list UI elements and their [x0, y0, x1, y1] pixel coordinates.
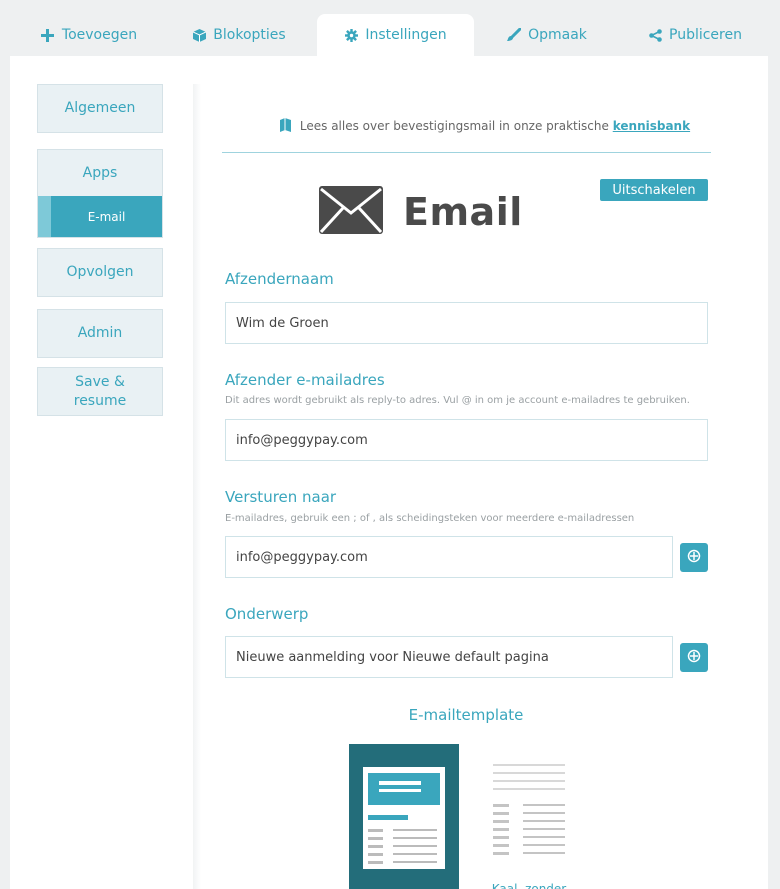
sidebar-item-admin[interactable]: Admin: [37, 309, 163, 358]
sidebar-group-apps: Apps E-mail: [37, 149, 163, 238]
gear-icon: [344, 28, 358, 42]
email-settings-panel: Lees alles over bevestigingsmail in onze…: [201, 56, 768, 889]
tab-label: Publiceren: [669, 27, 742, 43]
share-icon: [648, 28, 662, 42]
book-icon: [279, 118, 292, 135]
tab-instellingen[interactable]: Instellingen: [317, 14, 474, 56]
tab-toevoegen[interactable]: Toevoegen: [16, 14, 162, 56]
sender-email-label: Afzender e-mailadres: [225, 371, 385, 389]
template-plain-label[interactable]: Kaal, zonder: [491, 878, 567, 889]
panel-divider: [193, 84, 201, 889]
tab-label: Blokopties: [213, 27, 286, 43]
tab-label: Toevoegen: [61, 27, 138, 43]
subject-field[interactable]: Nieuwe aanmelding voor Nieuwe default pa…: [225, 636, 673, 678]
insert-field-button[interactable]: [680, 643, 708, 672]
template-option-plain[interactable]: [491, 762, 567, 862]
disable-button[interactable]: Uitschakelen: [600, 179, 708, 201]
tab-blokopties[interactable]: Blokopties: [166, 14, 312, 56]
cube-icon: [192, 28, 206, 42]
sidebar-item-label: Opvolgen: [66, 264, 134, 280]
sender-name-label: Afzendernaam: [225, 270, 334, 288]
sidebar-item-apps[interactable]: Apps: [38, 150, 162, 196]
sidebar-item-algemeen[interactable]: Algemeen: [37, 84, 163, 133]
send-to-label: Versturen naar: [225, 488, 337, 506]
send-to-field[interactable]: info@peggypay.com: [225, 536, 673, 578]
subject-label: Onderwerp: [225, 605, 309, 623]
crosshair-icon: [687, 548, 701, 567]
template-option-selected[interactable]: [349, 744, 459, 889]
send-to-hint: E-mailadres, gebruik een ; of , als sche…: [225, 513, 635, 524]
info-text: Lees alles over bevestigingsmail in onze…: [299, 119, 609, 133]
info-line: Lees alles over bevestigingsmail in onze…: [201, 118, 768, 135]
crosshair-icon: [687, 648, 701, 667]
template-preview: [363, 767, 445, 869]
sidebar: Algemeen Apps E-mail Opvolgen Admin Save…: [10, 56, 193, 889]
sidebar-item-label: Apps: [82, 165, 118, 181]
sidebar-item-label: Admin: [77, 325, 123, 341]
top-tabs: Toevoegen Blokopties Instellingen Opmaak…: [0, 0, 780, 56]
sender-email-hint: Dit adres wordt gebruikt als reply-to ad…: [225, 395, 690, 406]
email-template-title: E-mailtemplate: [408, 706, 524, 724]
divider: [222, 152, 711, 153]
sidebar-item-opvolgen[interactable]: Opvolgen: [37, 248, 163, 297]
sidebar-item-label: E-mail: [87, 209, 126, 224]
sidebar-item-label: Algemeen: [64, 100, 136, 116]
sender-name-field[interactable]: Wim de Groen: [225, 302, 708, 344]
content-panel: Algemeen Apps E-mail Opvolgen Admin Save…: [10, 56, 768, 889]
brush-icon: [507, 28, 522, 42]
envelope-icon: [319, 186, 383, 238]
tab-opmaak[interactable]: Opmaak: [474, 14, 620, 56]
sidebar-subitem-email[interactable]: E-mail: [38, 196, 162, 237]
sender-email-field[interactable]: info@peggypay.com: [225, 419, 708, 461]
kennisbank-link[interactable]: kennisbank: [613, 119, 690, 133]
sidebar-item-save-resume[interactable]: Save & resume: [37, 367, 163, 416]
sidebar-item-label: Save & resume: [73, 373, 127, 409]
tab-publiceren[interactable]: Publiceren: [622, 14, 768, 56]
tab-label: Instellingen: [365, 27, 447, 43]
email-header: Email: [319, 186, 523, 238]
email-title: Email: [403, 190, 523, 234]
insert-field-button[interactable]: [680, 543, 708, 572]
plus-icon: [41, 28, 55, 42]
tab-label: Opmaak: [528, 27, 587, 43]
